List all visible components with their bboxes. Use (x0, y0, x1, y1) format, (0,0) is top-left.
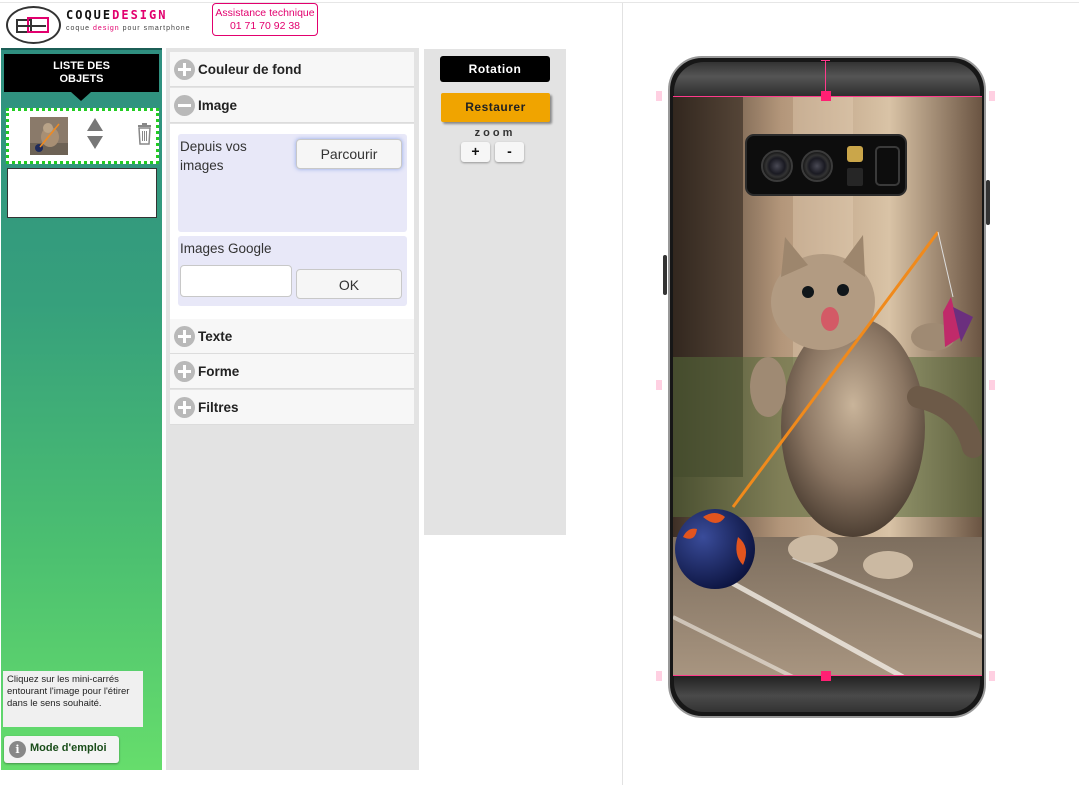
plus-circle-icon (174, 326, 195, 347)
section-text[interactable]: Texte (170, 319, 414, 354)
objects-panel: LISTE DES OBJETS Cliquez sur les mini-ca… (1, 48, 162, 770)
preview-divider (622, 3, 623, 785)
google-images-box: Images Google OK (178, 236, 407, 306)
flash-icon (847, 146, 863, 162)
resize-handle-bottom[interactable] (821, 671, 831, 681)
editor-panel: Couleur de fond Image Depuis vos images … (166, 48, 419, 770)
plus-circle-icon (174, 397, 195, 418)
object-slot-empty[interactable] (7, 168, 157, 218)
section-label: Image (198, 98, 238, 113)
fingerprint-sensor-icon (875, 146, 900, 186)
zoom-label: zoom (474, 127, 516, 139)
resize-handle-bottom-left[interactable] (656, 671, 662, 681)
section-filters[interactable]: Filtres (170, 390, 414, 425)
zoom-in-button[interactable]: + (461, 142, 490, 162)
resize-handle-top-left[interactable] (656, 91, 662, 101)
section-label: Filtres (198, 400, 239, 415)
user-guide-label: Mode d'emploi (30, 742, 107, 754)
zoom-out-button[interactable]: - (495, 142, 524, 162)
phone-bottom-edge (674, 676, 980, 712)
support-phone[interactable]: 01 71 70 92 38 (213, 20, 317, 33)
browse-button[interactable]: Parcourir (296, 139, 402, 169)
support-box[interactable]: Assistance technique 01 71 70 92 38 (212, 3, 318, 36)
stretch-hint: Cliquez sur les mini-carrés entourant l'… (3, 671, 143, 727)
phone-side-button (986, 180, 990, 225)
brand-tagline: coque design pour smartphone (66, 25, 191, 32)
resize-handle-top[interactable] (821, 91, 831, 101)
user-guide-button[interactable]: i Mode d'emploi (4, 736, 119, 763)
rotation-button[interactable]: Rotation (440, 56, 550, 82)
google-ok-button[interactable]: OK (296, 269, 402, 299)
section-image[interactable]: Image (170, 88, 414, 123)
reset-button[interactable]: Restaurer (441, 93, 550, 122)
plus-circle-icon (174, 59, 195, 80)
upload-label: Depuis vos images (180, 139, 247, 173)
section-background-color[interactable]: Couleur de fond (170, 52, 414, 87)
image-section-body: Depuis vos images Parcourir Images Googl… (170, 124, 414, 319)
section-shape[interactable]: Forme (170, 354, 414, 389)
sensor-icon (847, 168, 863, 186)
trash-icon[interactable] (137, 123, 152, 150)
resize-handle-right[interactable] (989, 380, 995, 390)
camera-lens-icon (801, 150, 833, 182)
brand-name: COQUEDESIGN (66, 8, 168, 22)
tools-panel: Rotation Restaurer zoom + - (424, 49, 566, 535)
up-down-arrows-icon[interactable] (87, 118, 103, 155)
object-thumbnail (30, 117, 68, 155)
google-images-label: Images Google (180, 241, 272, 256)
resize-handle-top-right[interactable] (989, 91, 995, 101)
upload-box: Depuis vos images Parcourir (178, 134, 407, 232)
caret-down-icon (71, 92, 91, 101)
info-icon: i (9, 741, 26, 758)
object-item-image[interactable] (6, 108, 159, 164)
objects-panel-title: LISTE DES OBJETS (4, 54, 159, 92)
camera-module (745, 134, 907, 196)
support-title: Assistance technique (215, 7, 315, 19)
brand: COQUEDESIGN coque design pour smartphone (66, 8, 206, 32)
logo-icon[interactable] (6, 6, 61, 44)
section-label: Forme (198, 364, 240, 379)
resize-handle-left[interactable] (656, 380, 662, 390)
camera-lens-icon (761, 150, 793, 182)
section-label: Couleur de fond (198, 62, 302, 77)
plus-circle-icon (174, 361, 195, 382)
google-search-input[interactable] (180, 265, 292, 297)
resize-handle-bottom-right[interactable] (989, 671, 995, 681)
phone-side-button (663, 255, 667, 295)
header-divider (0, 2, 1079, 3)
minus-circle-icon (174, 95, 195, 116)
section-label: Texte (198, 329, 233, 344)
